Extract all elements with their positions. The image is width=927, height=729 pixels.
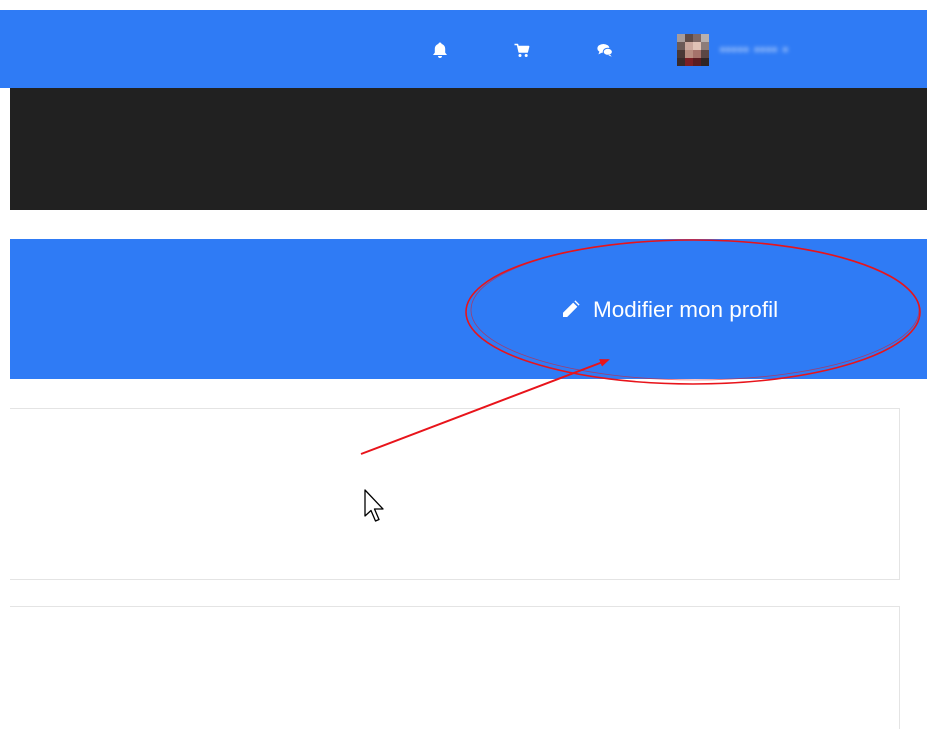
page: ••••• •••• • Modifier mon profil	[0, 0, 927, 729]
content-card	[10, 606, 900, 729]
edit-profile-button[interactable]: Modifier mon profil	[560, 294, 778, 326]
chat-icon[interactable]	[596, 41, 614, 59]
top-navbar: ••••• •••• •	[0, 10, 927, 88]
profile-header	[10, 239, 927, 379]
dark-header-band	[10, 88, 927, 210]
username[interactable]: ••••• •••• •	[720, 39, 927, 59]
cart-icon[interactable]	[513, 41, 531, 59]
avatar[interactable]	[677, 34, 709, 66]
bell-icon[interactable]	[431, 41, 449, 59]
content-card	[10, 408, 900, 580]
edit-profile-label: Modifier mon profil	[593, 297, 779, 322]
pencil-icon	[563, 300, 580, 317]
mouse-cursor-icon	[364, 489, 384, 522]
